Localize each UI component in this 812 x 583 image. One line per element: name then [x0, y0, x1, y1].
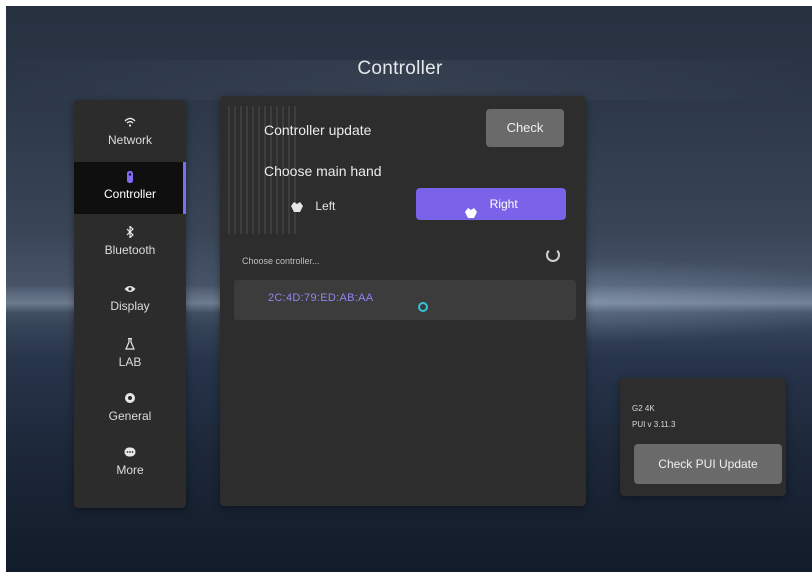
wifi-icon	[74, 116, 186, 132]
sidebar-item-lab[interactable]: LAB	[74, 337, 186, 388]
right-hand-option[interactable]: Right	[416, 188, 566, 220]
gear-icon	[74, 392, 186, 408]
device-info-card: G2 4K PUI v 3.11.3 Check PUI Update	[620, 378, 786, 496]
sidebar-item-label: Bluetooth	[104, 243, 156, 257]
controller-update-label: Controller update	[264, 122, 372, 138]
left-hand-icon	[290, 201, 304, 213]
sidebar-item-label: Controller	[103, 187, 157, 201]
check-button[interactable]: Check	[486, 109, 564, 147]
sidebar-item-bluetooth[interactable]: Bluetooth	[74, 225, 186, 276]
choose-controller-label: Choose controller...	[242, 256, 320, 266]
sidebar-item-network[interactable]: Network	[74, 116, 186, 166]
sidebar-item-label: General	[108, 409, 152, 423]
right-hand-label: Right	[489, 197, 518, 211]
left-hand-option[interactable]: Left	[264, 191, 414, 221]
sidebar-item-controller[interactable]: Controller	[74, 162, 186, 214]
controller-device-row[interactable]: 2C:4D:79:ED:AB:AA	[234, 280, 576, 320]
page-title: Controller	[357, 58, 443, 79]
active-indicator	[183, 162, 186, 214]
device-address: 2C:4D:79:ED:AB:AA	[268, 292, 374, 304]
pui-version: PUI v 3.11.3	[632, 420, 676, 429]
settings-sidebar: Network Controller Bluetooth Display LAB…	[74, 100, 186, 508]
frame-border-bottom	[0, 572, 812, 583]
connection-status-icon	[418, 302, 428, 312]
sidebar-item-label: LAB	[118, 355, 142, 369]
right-hand-icon	[464, 199, 478, 218]
sidebar-item-label: Display	[110, 299, 150, 313]
frame-border-left	[0, 0, 6, 583]
sidebar-item-label: Network	[107, 133, 152, 147]
refresh-spinner-icon[interactable]	[546, 248, 560, 262]
left-hand-label: Left	[315, 199, 336, 213]
main-hand-label: Choose main hand	[264, 163, 382, 179]
device-model: G2 4K	[632, 404, 655, 413]
controller-panel: Controller update Check Choose main hand…	[220, 96, 586, 506]
sidebar-item-more[interactable]: More	[74, 446, 186, 496]
check-pui-update-button[interactable]: Check PUI Update	[634, 444, 782, 484]
sidebar-item-label: More	[116, 463, 144, 477]
sidebar-item-display[interactable]: Display	[74, 282, 186, 332]
bluetooth-icon	[74, 225, 186, 242]
controller-icon	[74, 170, 186, 186]
sidebar-item-general[interactable]: General	[74, 392, 186, 442]
eye-icon	[74, 282, 186, 298]
frame-border-top	[0, 0, 812, 6]
controller-update-row: Controller update Check	[220, 106, 586, 152]
flask-icon	[74, 337, 186, 354]
more-icon	[74, 446, 186, 462]
